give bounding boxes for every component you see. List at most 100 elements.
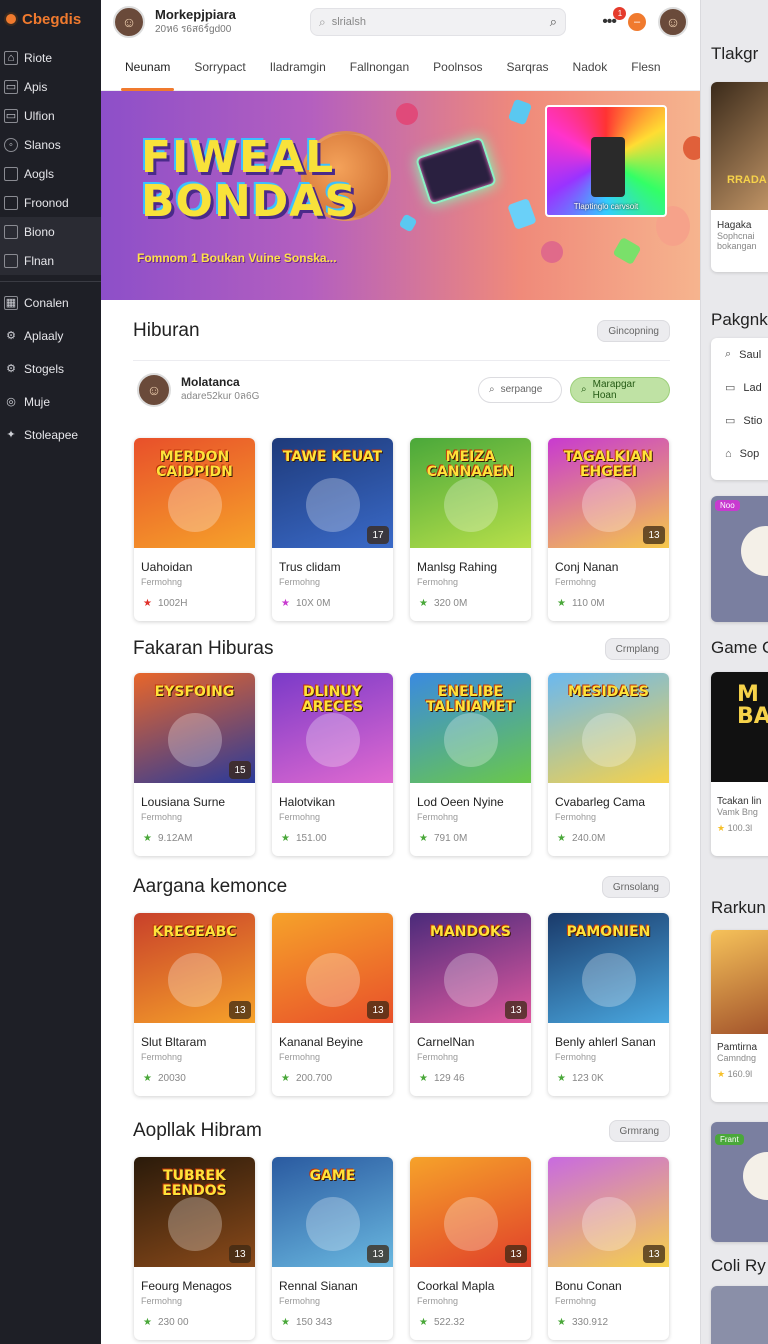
right-featured-sub: Sophcnai bbox=[717, 231, 755, 241]
sidebar-item-biono[interactable]: Biono bbox=[0, 217, 101, 246]
game-card[interactable]: ENELIBE TALNIAMET Lod Oeen Nyine Fermohng ★… bbox=[410, 673, 531, 856]
section-see-all-button[interactable]: Grnsolang bbox=[601, 876, 670, 898]
hero-title-line1: FIWEAL bbox=[141, 132, 335, 183]
search-icon: ⌕ bbox=[489, 384, 495, 395]
hero-feature-card[interactable]: Tlaptinglo carvsoit bbox=[545, 105, 667, 217]
right-panel-title: Tlakgr bbox=[711, 44, 759, 63]
star-icon: ★ bbox=[419, 1073, 428, 1084]
right-game-card[interactable]: Pamtirna Camndng ★ 160.9l bbox=[711, 930, 768, 1102]
star-icon: ★ bbox=[717, 823, 726, 833]
game-thumbnail: MERDON CAIDPIDN bbox=[134, 438, 255, 548]
game-card[interactable]: DLINUY ARECES Halotvikan Fermohng ★ 151.00 bbox=[272, 673, 393, 856]
sidebar-item-ulfion[interactable]: ▭ Ulfion bbox=[0, 101, 101, 130]
section-see-all-button[interactable]: Gincopning bbox=[597, 320, 670, 342]
sidebar-item-froonod[interactable]: Froonod bbox=[0, 188, 101, 217]
game-card[interactable]: EYSFOING 15 Lousiana Surne Fermohng ★ 9.12AM bbox=[134, 673, 255, 856]
sidebar-item-muje[interactable]: ◎ Muje bbox=[0, 387, 101, 416]
home-icon: ⌂ bbox=[725, 447, 732, 460]
search-icon: ⌕ bbox=[319, 14, 326, 29]
game-card[interactable]: 13 Kananal Beyine Fermohng ★ 200.700 bbox=[272, 913, 393, 1096]
creator-subtitle: adare52kur 0ล6G bbox=[181, 391, 260, 402]
game-card[interactable]: 13 Bonu Conan Fermohng ★ 330.912 bbox=[548, 1157, 669, 1340]
right-list-item[interactable]: ⌕ Saul bbox=[711, 338, 768, 371]
game-stat-value: 240.0M bbox=[571, 833, 606, 844]
game-card[interactable]: GAME 13 Rennal Sianan Fermohng ★ 150 343 bbox=[272, 1157, 393, 1340]
decor-gem bbox=[541, 241, 563, 263]
sidebar-item-slanos[interactable]: ◦ Slanos bbox=[0, 130, 101, 159]
game-card[interactable]: 13 Coorkal Mapla Fermohng ★ 522.32 bbox=[410, 1157, 531, 1340]
creator-search-placeholder: serpange bbox=[500, 384, 543, 395]
game-character-image bbox=[582, 953, 636, 1007]
tab-bar: Neunam Sorrypact Iladramgin Fallnongan P… bbox=[101, 44, 700, 91]
tab-sarqras[interactable]: Sarqras bbox=[495, 44, 561, 91]
hero-banner[interactable]: FIWEAL BONDAS Fomnom 1 Boukan Vuine Sons… bbox=[101, 91, 700, 300]
game-stat: ★ 10X 0M bbox=[272, 587, 393, 609]
sidebar-item-apis[interactable]: ▭ Apis bbox=[0, 72, 101, 101]
notifications-button[interactable]: ••• 1 bbox=[602, 7, 626, 31]
sidebar-item-conalen[interactable]: ▦ Conalen bbox=[0, 288, 101, 317]
game-thumbnail-title: DLINUY ARECES bbox=[301, 684, 364, 715]
tab-sorrypact[interactable]: Sorrypact bbox=[182, 44, 257, 91]
right-promo-card[interactable]: Noo bbox=[711, 496, 768, 622]
game-thumbnail: TAWE KEUAT 17 bbox=[272, 438, 393, 548]
star-icon: ★ bbox=[143, 598, 152, 609]
sidebar-item-stogels[interactable]: ⚙ Stogels bbox=[0, 354, 101, 383]
section-see-all-button[interactable]: Grmrang bbox=[608, 1120, 670, 1142]
game-character-image bbox=[444, 1197, 498, 1251]
right-list-label: Sop bbox=[739, 447, 760, 460]
right-list-item[interactable]: ▭ Stio bbox=[711, 404, 768, 437]
section-title: Aargana kemonce bbox=[133, 876, 288, 897]
game-card[interactable]: MANDOKS 13 CarnelNan Fermohng ★ 129 46 bbox=[410, 913, 531, 1096]
right-game-card[interactable] bbox=[711, 1286, 768, 1344]
section-see-all-button[interactable]: Crmplang bbox=[604, 638, 670, 660]
search-icon: ⌕ bbox=[581, 384, 587, 395]
star-icon: ★ bbox=[281, 1317, 290, 1328]
creator-avatar[interactable]: ☺ bbox=[137, 372, 171, 407]
tab-iladramgin[interactable]: Iladramgin bbox=[258, 44, 338, 91]
sidebar-item-riote[interactable]: ⌂ Riote bbox=[0, 43, 101, 72]
game-category: Fermohng bbox=[555, 577, 597, 587]
square-icon bbox=[4, 224, 18, 239]
right-featured-card[interactable]: RRADA Hagaka Sophcnai bokangan bbox=[711, 82, 768, 272]
search-input[interactable]: ⌕ slrialsh ⌕ bbox=[310, 8, 566, 36]
brand-logo[interactable]: Cbegdis bbox=[0, 0, 101, 38]
right-featured-image: RRADA bbox=[711, 82, 768, 210]
sidebar-item-label: Slanos bbox=[24, 137, 61, 152]
game-card[interactable]: MESIDAES Cvabarleg Cama Fermohng ★ 240.0M bbox=[548, 673, 669, 856]
game-thumbnail-title: TUBREK EENDOS bbox=[162, 1168, 227, 1199]
game-card[interactable]: KREGEABC 13 Slut Bltaram Fermohng ★ 20030 bbox=[134, 913, 255, 1096]
right-promo-card[interactable]: Frant bbox=[711, 1122, 768, 1242]
search-icon[interactable]: ⌕ bbox=[550, 14, 557, 30]
creator-search-input[interactable]: ⌕ serpange bbox=[478, 376, 562, 403]
right-game-card[interactable]: M BA Tcakan lin Vamk Bng ★ 100.3l bbox=[711, 672, 768, 856]
game-card[interactable]: TUBREK EENDOS 13 Feourg Menagos Fermohng ★ 23… bbox=[134, 1157, 255, 1340]
game-card[interactable]: PAMONIEN Benly ahlerl Sanan Fermohng ★ 123 0… bbox=[548, 913, 669, 1096]
sidebar-item-stoleapee[interactable]: ✦ Stoleapee bbox=[0, 420, 101, 449]
game-card[interactable]: TAWE KEUAT 17 Trus clidam Fermohng ★ 10X 0M bbox=[272, 438, 393, 621]
game-card[interactable]: MEIZA CANNAAEN Manlsg Rahing Fermohng ★ 320 … bbox=[410, 438, 531, 621]
tab-nadok[interactable]: Nadok bbox=[561, 44, 620, 91]
tab-neunam[interactable]: Neunam bbox=[113, 44, 182, 91]
game-stat: ★ 151.00 bbox=[272, 822, 393, 844]
creator-action-button[interactable]: ⌕ Marapgar Hoan bbox=[570, 376, 670, 403]
sidebar-item-aogls[interactable]: Aogls bbox=[0, 159, 101, 188]
tab-flesn[interactable]: Flesn bbox=[619, 44, 672, 91]
right-game-image: M BA bbox=[711, 672, 768, 782]
main-content: ☺ Morkepjpiara 20ห6 ร6ส6ร์gd00 ⌕ slrials… bbox=[101, 0, 700, 1344]
game-card[interactable]: TAGALKIAN EHGEEI 13 Conj Nanan Fermohng ★ 110… bbox=[548, 438, 669, 621]
avatar[interactable]: ☺ bbox=[113, 6, 145, 38]
sidebar-item-label: Apis bbox=[24, 79, 48, 94]
profile-avatar[interactable]: ☺ bbox=[658, 7, 688, 37]
minus-icon[interactable]: – bbox=[628, 13, 646, 31]
game-stat: ★ 240.0M bbox=[548, 822, 669, 844]
sidebar-item-aplaaly[interactable]: ⚙ Aplaaly bbox=[0, 321, 101, 350]
right-list-item[interactable]: ⌂ Sop bbox=[711, 437, 768, 470]
game-card[interactable]: MERDON CAIDPIDN Uahoidan Fermohng ★ 1002H bbox=[134, 438, 255, 621]
right-list-item[interactable]: ▭ Lad bbox=[711, 371, 768, 404]
tab-fallnongan[interactable]: Fallnongan bbox=[338, 44, 421, 91]
sidebar-item-label: Riote bbox=[24, 50, 53, 65]
section-title: Aopllak Hibram bbox=[133, 1120, 262, 1141]
sidebar-item-flnan[interactable]: Flnan bbox=[0, 246, 101, 275]
right-game-stat-value: 160.9l bbox=[727, 1069, 753, 1079]
tab-poolnsos[interactable]: Poolnsos bbox=[421, 44, 494, 91]
